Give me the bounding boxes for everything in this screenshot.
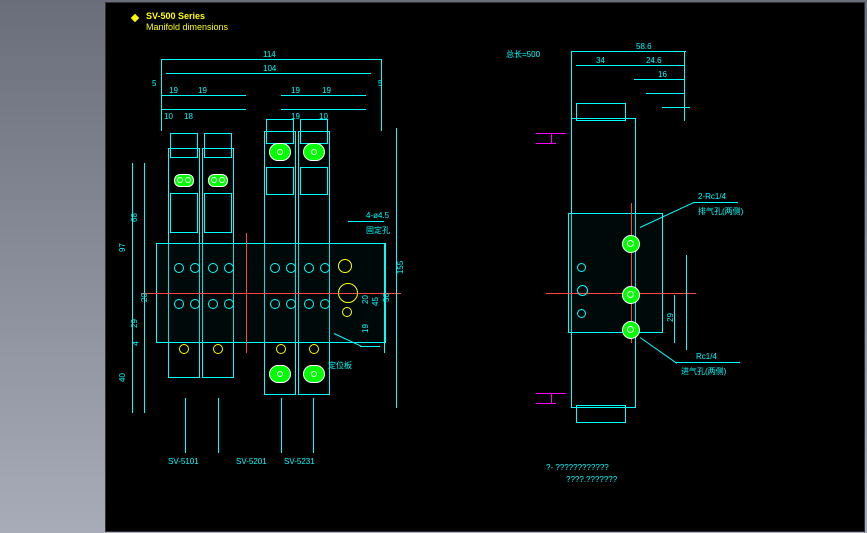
dim-16: 16 xyxy=(658,70,667,79)
footer-1: ?- ???????????? xyxy=(546,463,609,472)
callout-hole: 4-ø4.5 xyxy=(366,211,389,220)
dim-10l: 10 xyxy=(164,112,173,121)
dim-68: 68 xyxy=(130,213,139,222)
dim-19b: 19 xyxy=(198,86,207,95)
dim-29: 29 xyxy=(130,319,139,328)
dim-19a: 19 xyxy=(169,86,178,95)
port-center xyxy=(622,286,640,304)
callout-fix: 固定孔 xyxy=(366,225,390,236)
callout-base: 定位板 xyxy=(328,360,352,371)
dim-18: 18 xyxy=(184,112,193,121)
label-5201: SV-5201 xyxy=(236,457,267,466)
label-5231: SV-5231 xyxy=(284,457,315,466)
port-exhaust xyxy=(622,235,640,253)
dim-20l: 20 xyxy=(140,293,149,302)
dim-19b: 19 xyxy=(361,324,370,333)
callout-2rc14: 2-Rc1/4 xyxy=(698,192,726,201)
footer-2: ????.??????? xyxy=(566,475,617,484)
dim-4: 4 xyxy=(132,341,141,345)
callout-rc14: Rc1/4 xyxy=(696,352,717,361)
port-inlet xyxy=(622,321,640,339)
dim-97: 97 xyxy=(118,243,127,252)
dim-5l: 5 xyxy=(152,79,156,88)
callout-rc14-note: 进气孔(两侧) xyxy=(681,366,726,377)
dim-45: 45 xyxy=(371,297,380,306)
indicator-led xyxy=(303,143,325,161)
dim-104: 104 xyxy=(263,64,276,73)
label-5101: SV-5101 xyxy=(168,457,199,466)
drawing-canvas: SV-500 Series Manifold dimensions 114 10… xyxy=(105,2,865,532)
dim-58.6: 58.6 xyxy=(636,42,652,51)
dim-114: 114 xyxy=(263,50,276,59)
indicator-led xyxy=(208,174,228,187)
dim-58: 58 xyxy=(382,293,391,302)
dim-34: 34 xyxy=(596,56,605,65)
callout-2rc14-note: 排气孔(两侧) xyxy=(698,206,743,217)
indicator-led xyxy=(269,143,291,161)
dim-19c: 19 xyxy=(291,86,300,95)
dim-total500: 总长=500 xyxy=(506,49,540,60)
indicator-led xyxy=(174,174,194,187)
indicator-led xyxy=(269,365,291,383)
dim-29r: 29 xyxy=(666,313,675,322)
indicator-led xyxy=(303,365,325,383)
bullet-icon xyxy=(131,14,139,22)
dim-24.6: 24.6 xyxy=(646,56,662,65)
dim-19d: 19 xyxy=(322,86,331,95)
title-2: Manifold dimensions xyxy=(146,22,228,32)
dim-40: 40 xyxy=(118,373,127,382)
title-1: SV-500 Series xyxy=(146,11,205,21)
dim-20r: 20 xyxy=(361,295,370,304)
dim-155: 155 xyxy=(396,261,405,274)
